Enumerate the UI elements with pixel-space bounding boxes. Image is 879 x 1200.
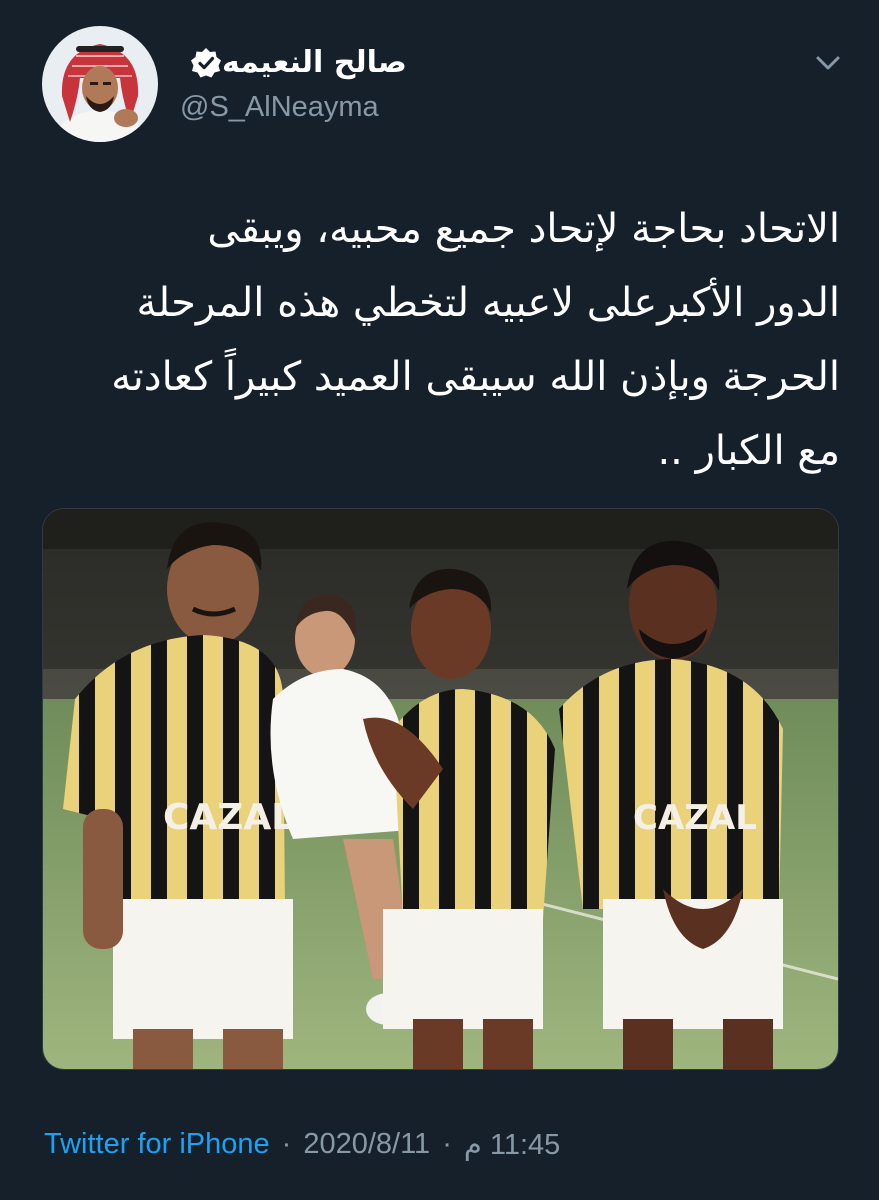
tweet-text-line: مع الكبار .. xyxy=(657,428,840,474)
jersey-text: CAZAL xyxy=(163,797,294,838)
author-handle[interactable]: @S_AlNeayma xyxy=(180,88,379,126)
jersey-text: CAZAL xyxy=(633,798,757,838)
avatar[interactable] xyxy=(42,26,158,142)
tweet-text-line: الحرجة وبإذن الله سيبقى العميد كبيراً كع… xyxy=(111,354,840,400)
chevron-down-icon[interactable] xyxy=(806,46,850,82)
tweet-text-line: الدور الأكبرعلى لاعبيه لتخطي هذه المرحلة xyxy=(136,280,840,326)
separator-dot: · xyxy=(442,1127,452,1160)
author-display-name[interactable]: صالح النعيمه xyxy=(222,40,407,86)
tweet-time[interactable]: 11:45 م xyxy=(464,1127,560,1162)
tweet-text: الاتحاد بحاجة لإتحاد جميع محبيه، ويبقى ا… xyxy=(40,192,840,488)
tweet-meta: Twitter for iPhone · 2020/8/11 · 11:45 م xyxy=(44,1120,560,1168)
tweet-source-link[interactable]: Twitter for iPhone xyxy=(44,1128,270,1161)
team-photo-image: CAZAL CAZAL xyxy=(43,509,838,1069)
separator-dot: · xyxy=(281,1127,292,1160)
author-name-row[interactable]: صالح النعيمه xyxy=(180,40,407,86)
avatar-image xyxy=(42,26,158,142)
tweet-media-photo[interactable]: CAZAL CAZAL xyxy=(42,508,839,1070)
tweet-detail-page: صالح النعيمه @S_AlNeayma الاتحاد بحاجة ل… xyxy=(0,0,879,1200)
verified-badge-icon xyxy=(190,47,222,79)
tweet-text-line: الاتحاد بحاجة لإتحاد جميع محبيه، ويبقى xyxy=(207,206,840,252)
tweet-date[interactable]: 2020/8/11 xyxy=(303,1128,430,1161)
